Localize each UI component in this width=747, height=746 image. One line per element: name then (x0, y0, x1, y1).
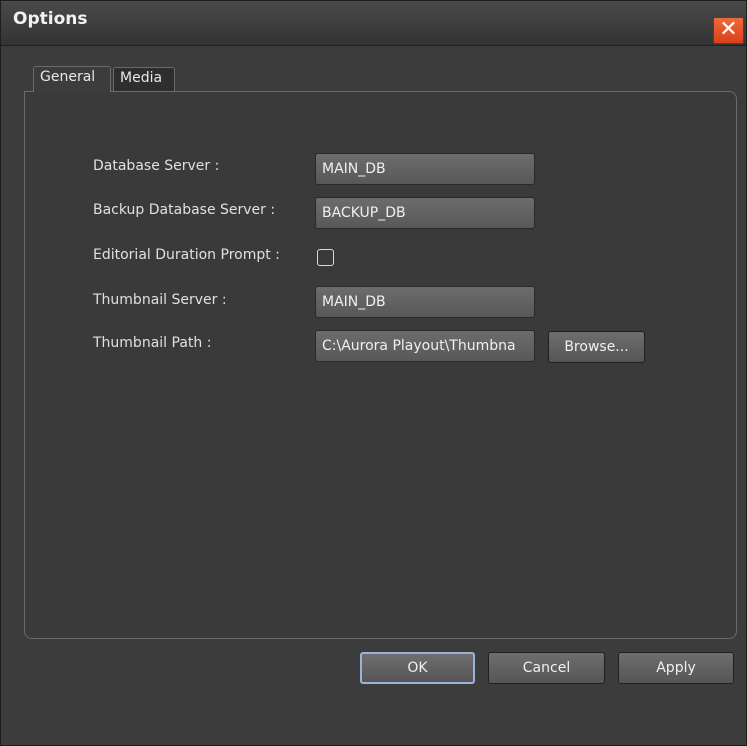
thumbnail-path-label: Thumbnail Path : (93, 335, 212, 351)
tab-media[interactable]: Media (113, 67, 175, 91)
database-server-field[interactable]: MAIN_DB (315, 153, 535, 185)
backup-database-server-field[interactable]: BACKUP_DB (315, 197, 535, 229)
options-dialog: Options ✕ General Media Database Server … (0, 0, 747, 746)
title-bar[interactable]: Options ✕ (1, 1, 746, 46)
editorial-duration-prompt-checkbox[interactable] (317, 249, 334, 266)
ok-button[interactable]: OK (360, 652, 475, 684)
thumbnail-server-label: Thumbnail Server : (93, 292, 227, 308)
browse-button[interactable]: Browse... (548, 331, 645, 363)
backup-database-server-label: Backup Database Server : (93, 202, 276, 218)
thumbnail-path-field[interactable]: C:\Aurora Playout\Thumbna (315, 330, 535, 362)
tab-media-label: Media (120, 70, 163, 86)
editorial-duration-prompt-label: Editorial Duration Prompt : (93, 247, 280, 263)
thumbnail-server-field[interactable]: MAIN_DB (315, 286, 535, 318)
cancel-button[interactable]: Cancel (488, 652, 605, 684)
apply-button[interactable]: Apply (618, 652, 734, 684)
tab-general-label: General (40, 69, 96, 85)
database-server-label: Database Server : (93, 158, 220, 174)
tab-general[interactable]: General (33, 66, 111, 92)
window-title: Options (13, 9, 88, 29)
close-button[interactable]: ✕ (713, 17, 744, 44)
close-icon: ✕ (719, 17, 738, 42)
